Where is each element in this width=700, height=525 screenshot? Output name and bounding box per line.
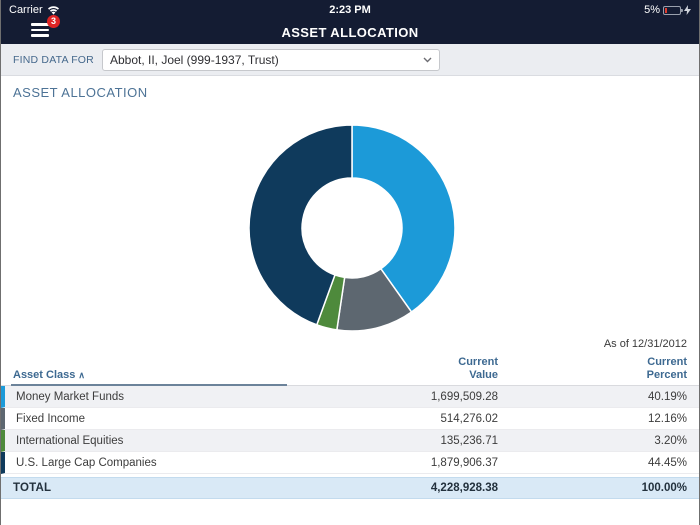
- asset-class-cell: Money Market Funds: [5, 391, 298, 403]
- sort-ascending-icon: ∧: [78, 370, 85, 380]
- chart-area: [1, 100, 699, 338]
- notification-badge: 3: [47, 15, 60, 28]
- asset-class-cell: U.S. Large Cap Companies: [5, 457, 298, 469]
- carrier-label: Carrier: [9, 4, 43, 16]
- current-percent-cell: 44.45%: [498, 457, 699, 469]
- current-value-cell: 1,879,906.37: [298, 457, 498, 469]
- find-data-for-bar: FIND DATA FOR Abbot, II, Joel (999-1937,…: [1, 44, 699, 76]
- table-row[interactable]: International Equities 135,236.71 3.20%: [1, 430, 699, 452]
- app-window: Carrier 2:23 PM 5% 3: [0, 0, 700, 525]
- account-select[interactable]: Abbot, II, Joel (999-1937, Trust): [102, 49, 440, 71]
- column-header-asset-class[interactable]: Asset Class∧: [1, 369, 298, 382]
- table-row[interactable]: Money Market Funds 1,699,509.28 40.19%: [1, 386, 699, 408]
- top-bar: Carrier 2:23 PM 5% 3: [1, 0, 699, 44]
- sorted-column-underline: [11, 384, 287, 386]
- table-row[interactable]: Fixed Income 514,276.02 12.16%: [1, 408, 699, 430]
- total-row: TOTAL 4,228,928.38 100.00%: [1, 477, 699, 499]
- current-percent-cell: 3.20%: [498, 435, 699, 447]
- menu-button[interactable]: 3: [31, 23, 53, 41]
- status-clock: 2:23 PM: [159, 4, 541, 16]
- asset-class-cell: Fixed Income: [5, 413, 298, 425]
- section-title: ASSET ALLOCATION: [13, 85, 687, 100]
- current-value-cell: 135,236.71: [298, 435, 498, 447]
- total-percent: 100.00%: [498, 482, 699, 494]
- total-label: TOTAL: [1, 482, 298, 494]
- find-data-for-label: FIND DATA FOR: [13, 54, 94, 66]
- battery-percent-label: 5%: [644, 4, 660, 16]
- charging-bolt-icon: [684, 5, 691, 15]
- total-value: 4,228,928.38: [298, 482, 498, 494]
- column-header-current-percent[interactable]: Current Percent: [498, 356, 699, 382]
- current-value-cell: 514,276.02: [298, 413, 498, 425]
- column-header-current-value[interactable]: Current Value: [298, 356, 498, 382]
- current-value-cell: 1,699,509.28: [298, 391, 498, 403]
- status-bar: Carrier 2:23 PM 5%: [1, 0, 699, 20]
- as-of-date: As of 12/31/2012: [1, 338, 699, 352]
- nav-bar: 3 ASSET ALLOCATION: [1, 20, 699, 44]
- current-percent-cell: 12.16%: [498, 413, 699, 425]
- asset-class-cell: International Equities: [5, 435, 298, 447]
- table-row[interactable]: U.S. Large Cap Companies 1,879,906.37 44…: [1, 452, 699, 474]
- battery-icon: [663, 6, 681, 15]
- table-header-row: Asset Class∧ Current Value Current Perce…: [1, 356, 699, 386]
- current-percent-cell: 40.19%: [498, 391, 699, 403]
- account-select-wrap: Abbot, II, Joel (999-1937, Trust): [102, 49, 440, 71]
- wifi-icon: [47, 5, 60, 15]
- donut-chart[interactable]: [242, 118, 462, 338]
- page-title: ASSET ALLOCATION: [281, 25, 418, 40]
- content-area: ASSET ALLOCATION As of 12/31/2012 Asset …: [1, 85, 699, 499]
- asset-allocation-table: Asset Class∧ Current Value Current Perce…: [1, 356, 699, 499]
